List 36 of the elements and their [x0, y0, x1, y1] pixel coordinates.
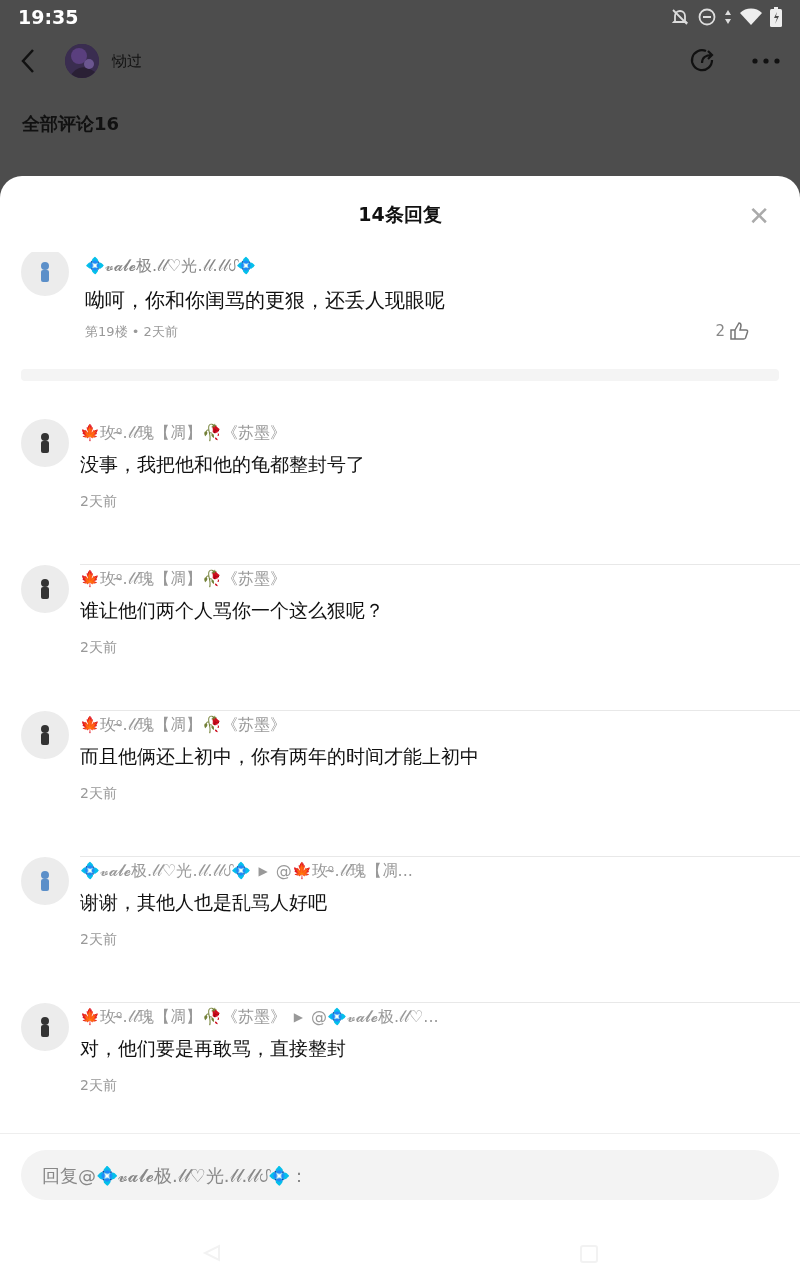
- more-icon[interactable]: [752, 58, 780, 64]
- reply-text: 而且他俩还上初中，你有两年的时间才能上初中: [80, 743, 480, 769]
- data-arrows-icon: [724, 9, 732, 25]
- replier-name: 🍁玫ᵒ̴.𝓁𝓁瑰【凋】🥀《苏墨》: [80, 422, 286, 443]
- reply-input[interactable]: 回复@💠𝓿𝓪𝓵𝓮极.𝓁𝓁♡光.𝓁𝓁.𝓁𝓁ᦔ💠：: [21, 1150, 779, 1200]
- do-not-disturb-icon: [698, 8, 716, 26]
- comment-meta: 第19楼 • 2天前: [85, 322, 178, 341]
- reply-time: 2天前: [80, 783, 118, 803]
- comments-title: 全部评论16: [22, 113, 120, 134]
- reply-target: @🍁玫ᵒ̴.𝓁𝓁瑰【凋...: [275, 860, 413, 881]
- reply-time: 2天前: [80, 491, 118, 511]
- reply-time: 2天前: [80, 1075, 118, 1095]
- status-time: 19:35: [18, 4, 79, 30]
- like-button[interactable]: 2: [715, 320, 749, 343]
- replier-name: 🍁玫ᵒ̴.𝓁𝓁瑰【凋】🥀《苏墨》: [80, 714, 286, 735]
- wifi-icon: [740, 8, 762, 26]
- sheet-title: 14条回复: [358, 201, 442, 227]
- reply-arrow: ▶: [293, 1008, 303, 1026]
- reply-text: 谢谢，其他人也是乱骂人好吧: [80, 889, 328, 915]
- reply-text: 谁让他们两个人骂你一个这么狠呢？: [80, 597, 385, 623]
- battery-icon: [770, 7, 782, 27]
- reply-time: 2天前: [80, 637, 118, 657]
- replier-name: 🍁玫ᵒ̴.𝓁𝓁瑰【凋】🥀《苏墨》: [80, 1006, 286, 1027]
- close-button[interactable]: ✕: [748, 203, 770, 229]
- reply-time: 2天前: [80, 929, 118, 949]
- comment-text: 呦呵，你和你闺骂的更狠，还丢人现眼呢: [85, 287, 446, 314]
- bell-off-icon: [670, 7, 690, 27]
- reply-target: @💠𝓿𝓪𝓵𝓮极.𝓁𝓁♡...: [310, 1006, 439, 1027]
- back-icon[interactable]: [20, 48, 36, 74]
- reply-text: 对，他们要是再敢骂，直接整封: [80, 1035, 347, 1061]
- replier-name: 💠𝓿𝓪𝓵𝓮极.𝓁𝓁♡光.𝓁𝓁.𝓁𝓁ᦔ💠: [80, 860, 251, 881]
- commenter-name: 💠𝓿𝓪𝓵𝓮极.𝓁𝓁♡光.𝓁𝓁.𝓁𝓁ᦔ💠: [85, 256, 257, 276]
- reply-text: 没事，我把他和他的龟都整封号了: [80, 451, 366, 477]
- reply-arrow: ▶: [258, 862, 268, 880]
- replier-name: 🍁玫ᵒ̴.𝓁𝓁瑰【凋】🥀《苏墨》: [80, 568, 286, 589]
- thumbs-up-icon: [729, 321, 749, 342]
